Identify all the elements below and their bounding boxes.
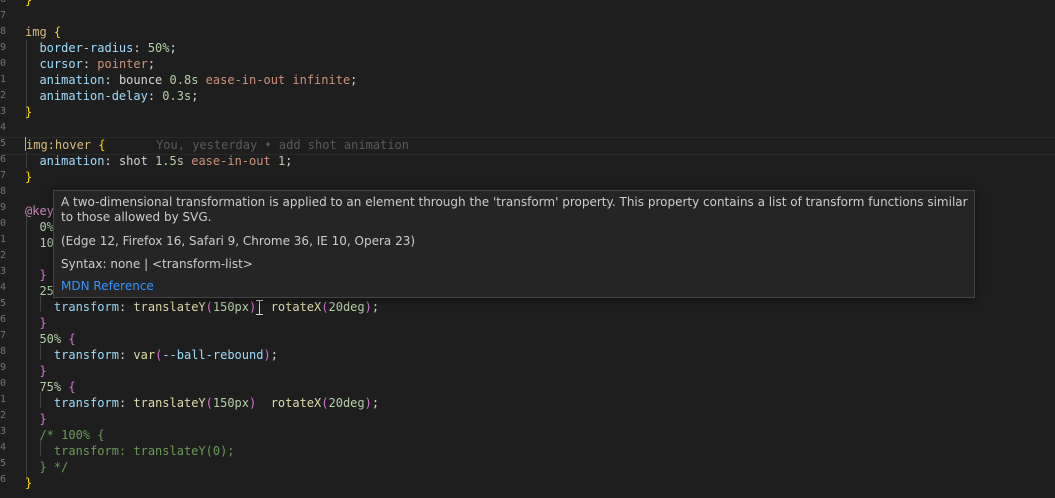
- line-number: 6: [0, 474, 7, 485]
- line-number: 1: [0, 234, 7, 245]
- line-number: 3: [0, 106, 7, 117]
- line-number: 9: [0, 42, 7, 53]
- code-line: transform: var(--ball-rebound);: [53, 348, 278, 362]
- code-line: 25: [39, 284, 54, 298]
- line-number: 7: [0, 10, 7, 21]
- tooltip-description: A two-dimensional transformation is appl…: [61, 195, 968, 224]
- code-line: }: [25, 0, 33, 7]
- code-line: }: [39, 412, 47, 426]
- code-line: } */: [39, 460, 69, 474]
- code-line: 0%: [39, 220, 54, 234]
- code-line: animation-delay: 0.3s;: [39, 89, 199, 103]
- line-number: 5: [0, 458, 7, 469]
- line-number: 7: [0, 330, 7, 341]
- code-line: 50% {: [39, 332, 76, 346]
- line-number: 1: [0, 74, 7, 85]
- line-number: 9: [0, 202, 7, 213]
- code-line: img:hover { You, yesterday • add shot an…: [25, 137, 409, 152]
- code-line: }: [25, 170, 33, 184]
- mouse-ibeam-cursor: [256, 300, 263, 315]
- line-number-gutter: 6789012345678901234567890123456: [0, 0, 8, 498]
- code-line: @key: [25, 204, 54, 218]
- line-number: 5: [0, 298, 7, 309]
- line-number: 1: [0, 394, 7, 405]
- git-blame-annotation: You, yesterday • add shot animation: [156, 138, 409, 152]
- line-number: 8: [0, 186, 7, 197]
- hover-tooltip: A two-dimensional transformation is appl…: [53, 190, 975, 298]
- code-editor[interactable]: 6789012345678901234567890123456 } img { …: [0, 0, 1055, 498]
- line-number: 6: [0, 314, 7, 325]
- line-number: 6: [0, 0, 8, 8]
- line-number: 7: [0, 170, 7, 181]
- line-number: 3: [0, 426, 7, 437]
- line-number: 2: [0, 90, 7, 101]
- code-line: /* 100% {: [39, 428, 105, 442]
- code-line: 75% {: [39, 380, 76, 394]
- line-number: 4: [0, 122, 7, 133]
- line-number: 9: [0, 362, 7, 373]
- syntax-text: Syntax: none | <transform-list>: [61, 257, 253, 271]
- code-line: transform: translateY(150px) rotateX(20d…: [53, 396, 380, 410]
- mdn-reference-link[interactable]: MDN Reference: [61, 279, 154, 294]
- line-number: 0: [0, 218, 7, 229]
- line-number: 3: [0, 266, 7, 277]
- line-number: 2: [0, 250, 7, 261]
- code-line: animation: shot 1.5s ease-in-out 1;: [39, 154, 293, 168]
- code-line: }: [39, 364, 47, 378]
- line-number: 0: [0, 378, 7, 389]
- line-number: 8: [0, 346, 7, 357]
- line-number: 2: [0, 410, 7, 421]
- code-line: 10: [39, 236, 54, 250]
- line-number: 4: [0, 282, 7, 293]
- code-line: cursor: pointer;: [39, 57, 156, 71]
- code-line: img {: [25, 25, 62, 39]
- line-number: 4: [0, 442, 7, 453]
- line-number: 8: [0, 26, 7, 37]
- code-line: transform: translateY(0);: [53, 444, 235, 458]
- code-line: }: [25, 476, 33, 490]
- code-line: animation: bounce 0.8s ease-in-out infin…: [39, 73, 358, 87]
- code-line: transform: translateY(150px) rotateX(20d…: [53, 300, 380, 314]
- code-line: border-radius: 50%;: [39, 41, 177, 55]
- line-number: 0: [0, 58, 7, 69]
- code-line: }: [39, 316, 47, 330]
- code-line: }: [25, 105, 33, 119]
- browser-compat-text: (Edge 12, Firefox 16, Safari 9, Chrome 3…: [61, 234, 416, 248]
- code-line: }: [39, 268, 47, 282]
